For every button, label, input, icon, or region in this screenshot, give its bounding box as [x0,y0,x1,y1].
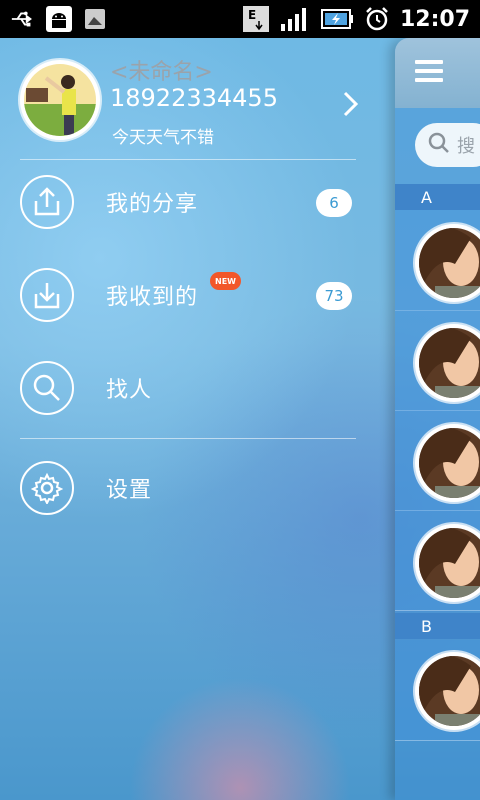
search-input[interactable]: 搜 [415,123,480,167]
profile-status: 今天天气不错 [112,128,214,148]
alarm-icon [364,6,390,32]
gear-icon [20,461,74,515]
avatar [415,424,480,502]
search-icon [427,131,451,159]
contacts-panel[interactable]: 搜 A B [395,38,480,800]
count-badge: 6 [316,189,352,217]
side-drawer: <未命名> 18922334455 今天天气不错 我的分享 6 我收到的 NEW… [0,38,395,800]
contact-row[interactable] [395,410,480,511]
contact-row[interactable] [395,310,480,411]
signal-icon [280,6,310,32]
battery-charging-icon [320,6,354,32]
menu-icon[interactable] [415,59,443,87]
avatar [415,324,480,402]
divider [20,159,356,160]
menu-label: 找人 [106,378,153,403]
menu-label: 设置 [106,478,153,503]
new-tag: NEW [210,272,241,290]
divider [20,438,356,439]
menu-label: 我的分享 [106,192,199,217]
gallery-icon [82,6,108,32]
search-placeholder: 搜 [457,136,475,157]
status-bar: E 12:07 [0,0,480,38]
clock-time: 12:07 [399,6,470,32]
share-icon [20,175,74,229]
contact-row[interactable] [395,640,480,741]
menu-item-find-people[interactable]: 找人 [20,357,360,419]
chevron-right-icon[interactable] [342,90,360,122]
avatar [415,652,480,730]
menu-item-my-shares[interactable]: 我的分享 6 [20,171,360,233]
download-icon [20,268,74,322]
menu-item-settings[interactable]: 设置 [20,457,360,519]
avatar [415,224,480,302]
contact-row[interactable] [395,510,480,611]
menu-label: 我收到的 [106,285,199,310]
panel-header [395,38,480,108]
section-header-b: B [395,613,480,639]
search-icon [20,361,74,415]
profile-phone: 18922334455 [110,84,278,112]
avatar[interactable] [20,60,100,140]
usb-icon [10,6,36,32]
profile-name: <未命名> [110,60,213,85]
section-header-a: A [395,184,480,210]
svg-text:E: E [248,8,256,22]
android-debug-icon [46,6,72,32]
avatar [415,524,480,602]
count-badge: 73 [316,282,352,310]
profile-card[interactable]: <未命名> 18922334455 今天天气不错 [20,60,390,160]
contact-row[interactable] [395,210,480,311]
menu-item-received[interactable]: 我收到的 NEW 73 [20,264,360,326]
data-network-icon: E [242,6,270,32]
